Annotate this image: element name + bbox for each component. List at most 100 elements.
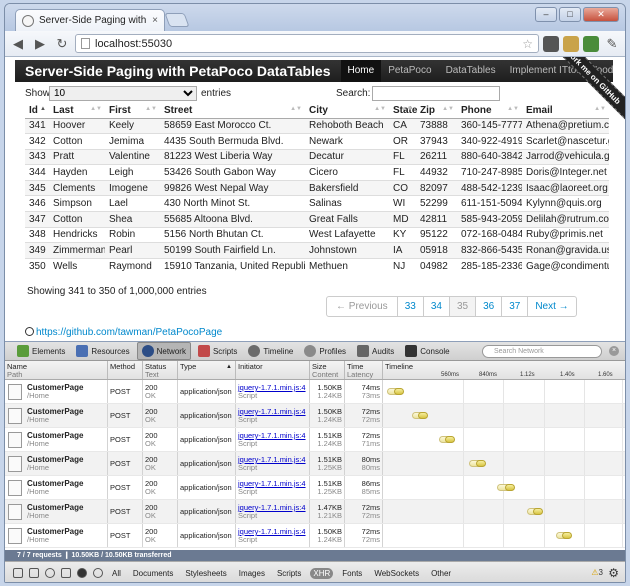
- close-window-button[interactable]: ✕: [583, 7, 619, 22]
- wrench-icon[interactable]: ✎: [603, 35, 621, 53]
- filter-xhr[interactable]: XHR: [310, 567, 334, 579]
- table-cell: Cotton: [49, 133, 105, 150]
- network-request-row[interactable]: CustomerPage/Home POST 200 OK application/js…: [5, 452, 625, 476]
- timeline-receive-bar: [505, 484, 516, 491]
- request-latency: 72ms: [361, 511, 380, 520]
- gear-icon[interactable]: ⚙: [608, 566, 619, 580]
- filter-fonts[interactable]: Fonts: [339, 568, 365, 579]
- page-size-select[interactable]: 10: [49, 86, 197, 101]
- extension-icon[interactable]: [543, 35, 559, 52]
- tab-close-icon[interactable]: ×: [152, 15, 158, 26]
- col-type[interactable]: Type ▲: [178, 361, 236, 379]
- page-button[interactable]: 34: [422, 297, 449, 316]
- warning-count[interactable]: ⚠3: [591, 568, 603, 577]
- header-col-street[interactable]: Street ▲▼: [160, 103, 305, 119]
- nav-datatables[interactable]: DataTables: [439, 60, 503, 82]
- bookmark-star-icon[interactable]: ☆: [522, 37, 533, 51]
- filter-all[interactable]: All: [109, 568, 124, 579]
- col-method[interactable]: Method: [108, 361, 143, 379]
- col-time[interactable]: Time Latency: [345, 361, 383, 379]
- maximize-button[interactable]: □: [559, 7, 581, 22]
- request-method-cell: POST: [108, 404, 143, 427]
- tab-elements[interactable]: Elements: [13, 343, 69, 359]
- filter-scripts[interactable]: Scripts: [274, 568, 304, 579]
- browser-tab[interactable]: Server-Side Paging with Pe ×: [15, 9, 165, 31]
- col-status[interactable]: Status Text: [143, 361, 178, 379]
- github-link[interactable]: https://github.com/tawman/PetaPocoPage: [25, 327, 222, 338]
- page-button[interactable]: 33: [396, 297, 423, 316]
- network-request-row[interactable]: CustomerPage/Home POST 200 OK application/js…: [5, 380, 625, 404]
- table-row: 348 Hendricks Robin 5156 North Bhutan Ct. We…: [25, 226, 609, 243]
- request-name-cell: CustomerPage/Home: [5, 428, 108, 451]
- table-cell: Johnstown: [305, 242, 389, 259]
- filter-other[interactable]: Other: [428, 568, 454, 579]
- network-request-row[interactable]: CustomerPage/Home POST 200 OK application/js…: [5, 428, 625, 452]
- table-cell: Rehoboth Beach: [305, 117, 389, 134]
- record-icon[interactable]: [77, 568, 87, 578]
- network-request-row[interactable]: CustomerPage/Home POST 200 OK application/js…: [5, 500, 625, 524]
- previous-page-button[interactable]: ← Previous: [327, 297, 397, 316]
- back-arrow-icon[interactable]: ◀: [9, 35, 27, 53]
- header-col-phone[interactable]: Phone ▲▼: [457, 103, 522, 119]
- col-size[interactable]: Size Content: [310, 361, 345, 379]
- col-timeline[interactable]: Timeline 560ms 840ms 1.12s 1.40s 1.60s: [383, 361, 625, 379]
- col-name[interactable]: Name Path: [5, 361, 108, 379]
- header-col-zip[interactable]: Zip ▲▼: [416, 103, 457, 119]
- tab-console[interactable]: Console: [401, 343, 453, 359]
- filter-documents[interactable]: Documents: [130, 568, 176, 579]
- request-type-cell: application/json: [178, 380, 236, 403]
- filter-websockets[interactable]: WebSockets: [371, 568, 422, 579]
- forward-arrow-icon[interactable]: ▶: [31, 35, 49, 53]
- dock-icon[interactable]: [13, 568, 23, 578]
- table-cell: 488-542-1239: [457, 179, 522, 196]
- tab-profiles[interactable]: Profiles: [300, 343, 350, 359]
- site-brand[interactable]: Server-Side Paging with PetaPoco DataTab…: [15, 63, 341, 79]
- current-page-button[interactable]: 35: [448, 297, 476, 316]
- sort-icon: ▲▼: [507, 106, 519, 112]
- tab-label: Elements: [32, 346, 66, 356]
- network-request-row[interactable]: CustomerPage/Home POST 200 OK application/js…: [5, 524, 625, 548]
- clear-icon[interactable]: [93, 568, 103, 578]
- table-row: 343 Pratt Valentine 81223 West Liberia Way D…: [25, 148, 609, 165]
- filter-stylesheets[interactable]: Stylesheets: [182, 568, 229, 579]
- nav-home[interactable]: Home: [340, 60, 382, 82]
- console-drawer-icon[interactable]: [29, 568, 39, 578]
- search-icon[interactable]: [45, 568, 55, 578]
- filter-images[interactable]: Images: [236, 568, 268, 579]
- page-button[interactable]: 37: [501, 297, 527, 316]
- network-search-input[interactable]: Search Network: [482, 345, 602, 358]
- col-initiator[interactable]: Initiator: [236, 361, 310, 379]
- extension-icon[interactable]: [583, 35, 599, 52]
- github-link-text[interactable]: https://github.com/tawman/PetaPocoPage: [36, 327, 222, 338]
- new-tab-button[interactable]: [164, 13, 190, 27]
- header-col-email[interactable]: Email ▲▼: [522, 103, 609, 119]
- network-request-row[interactable]: CustomerPage/Home POST 200 OK application/js…: [5, 404, 625, 428]
- reload-icon[interactable]: ↻: [53, 35, 71, 53]
- request-time-cell: 72ms 71ms: [345, 428, 383, 451]
- nav-petapoco[interactable]: PetaPoco: [381, 60, 438, 82]
- header-label: Id: [29, 104, 38, 116]
- page-button[interactable]: 36: [475, 297, 501, 316]
- list-view-icon[interactable]: [61, 568, 71, 578]
- tab-audits[interactable]: Audits: [353, 343, 398, 359]
- header-col-last[interactable]: Last ▲▼: [49, 103, 105, 119]
- close-devtools-icon[interactable]: ×: [609, 346, 619, 356]
- request-content: 1.24KB: [317, 535, 342, 544]
- header-col-first[interactable]: First ▲▼: [105, 103, 160, 119]
- tab-network[interactable]: Network: [136, 342, 191, 360]
- header-col-state[interactable]: State ▲▼: [389, 103, 417, 119]
- search-input[interactable]: [372, 86, 500, 101]
- header-col-id[interactable]: Id ▲: [25, 103, 49, 119]
- tab-scripts[interactable]: Scripts: [194, 343, 241, 359]
- minimize-button[interactable]: –: [535, 7, 557, 22]
- network-request-row[interactable]: CustomerPage/Home POST 200 OK application/js…: [5, 476, 625, 500]
- address-bar[interactable]: localhost:55030 ☆: [75, 34, 539, 53]
- header-col-city[interactable]: City ▲▼: [305, 103, 389, 119]
- table-cell: 50199 South Fairfield Ln.: [160, 242, 305, 259]
- table-cell: 343: [25, 148, 49, 165]
- request-status-cell: 200 OK: [143, 476, 178, 499]
- next-page-button[interactable]: Next →: [527, 297, 575, 316]
- tab-timeline[interactable]: Timeline: [244, 343, 297, 359]
- tab-resources[interactable]: Resources: [72, 343, 133, 359]
- extension-icon[interactable]: [563, 35, 579, 52]
